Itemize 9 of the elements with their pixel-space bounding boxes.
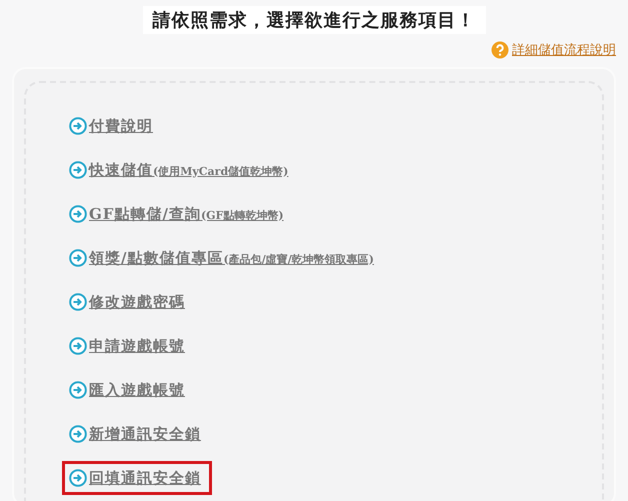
menu-link[interactable]: 新增通訊安全鎖 xyxy=(89,424,201,444)
menu-link[interactable]: 付費說明 xyxy=(89,116,153,136)
help-icon xyxy=(491,41,509,59)
menu-link[interactable]: GF點轉儲/查詢(GF點轉乾坤幣) xyxy=(89,204,284,224)
help-link[interactable]: 詳細儲值流程說明 xyxy=(512,41,616,59)
menu-link[interactable]: 修改遊戲密碼 xyxy=(89,292,185,312)
menu-link[interactable]: 匯入遊戲帳號 xyxy=(89,380,185,400)
menu-link[interactable]: 申請遊戲帳號 xyxy=(89,336,185,356)
page-heading: 請依照需求，選擇欲進行之服務項目！ xyxy=(142,6,486,34)
